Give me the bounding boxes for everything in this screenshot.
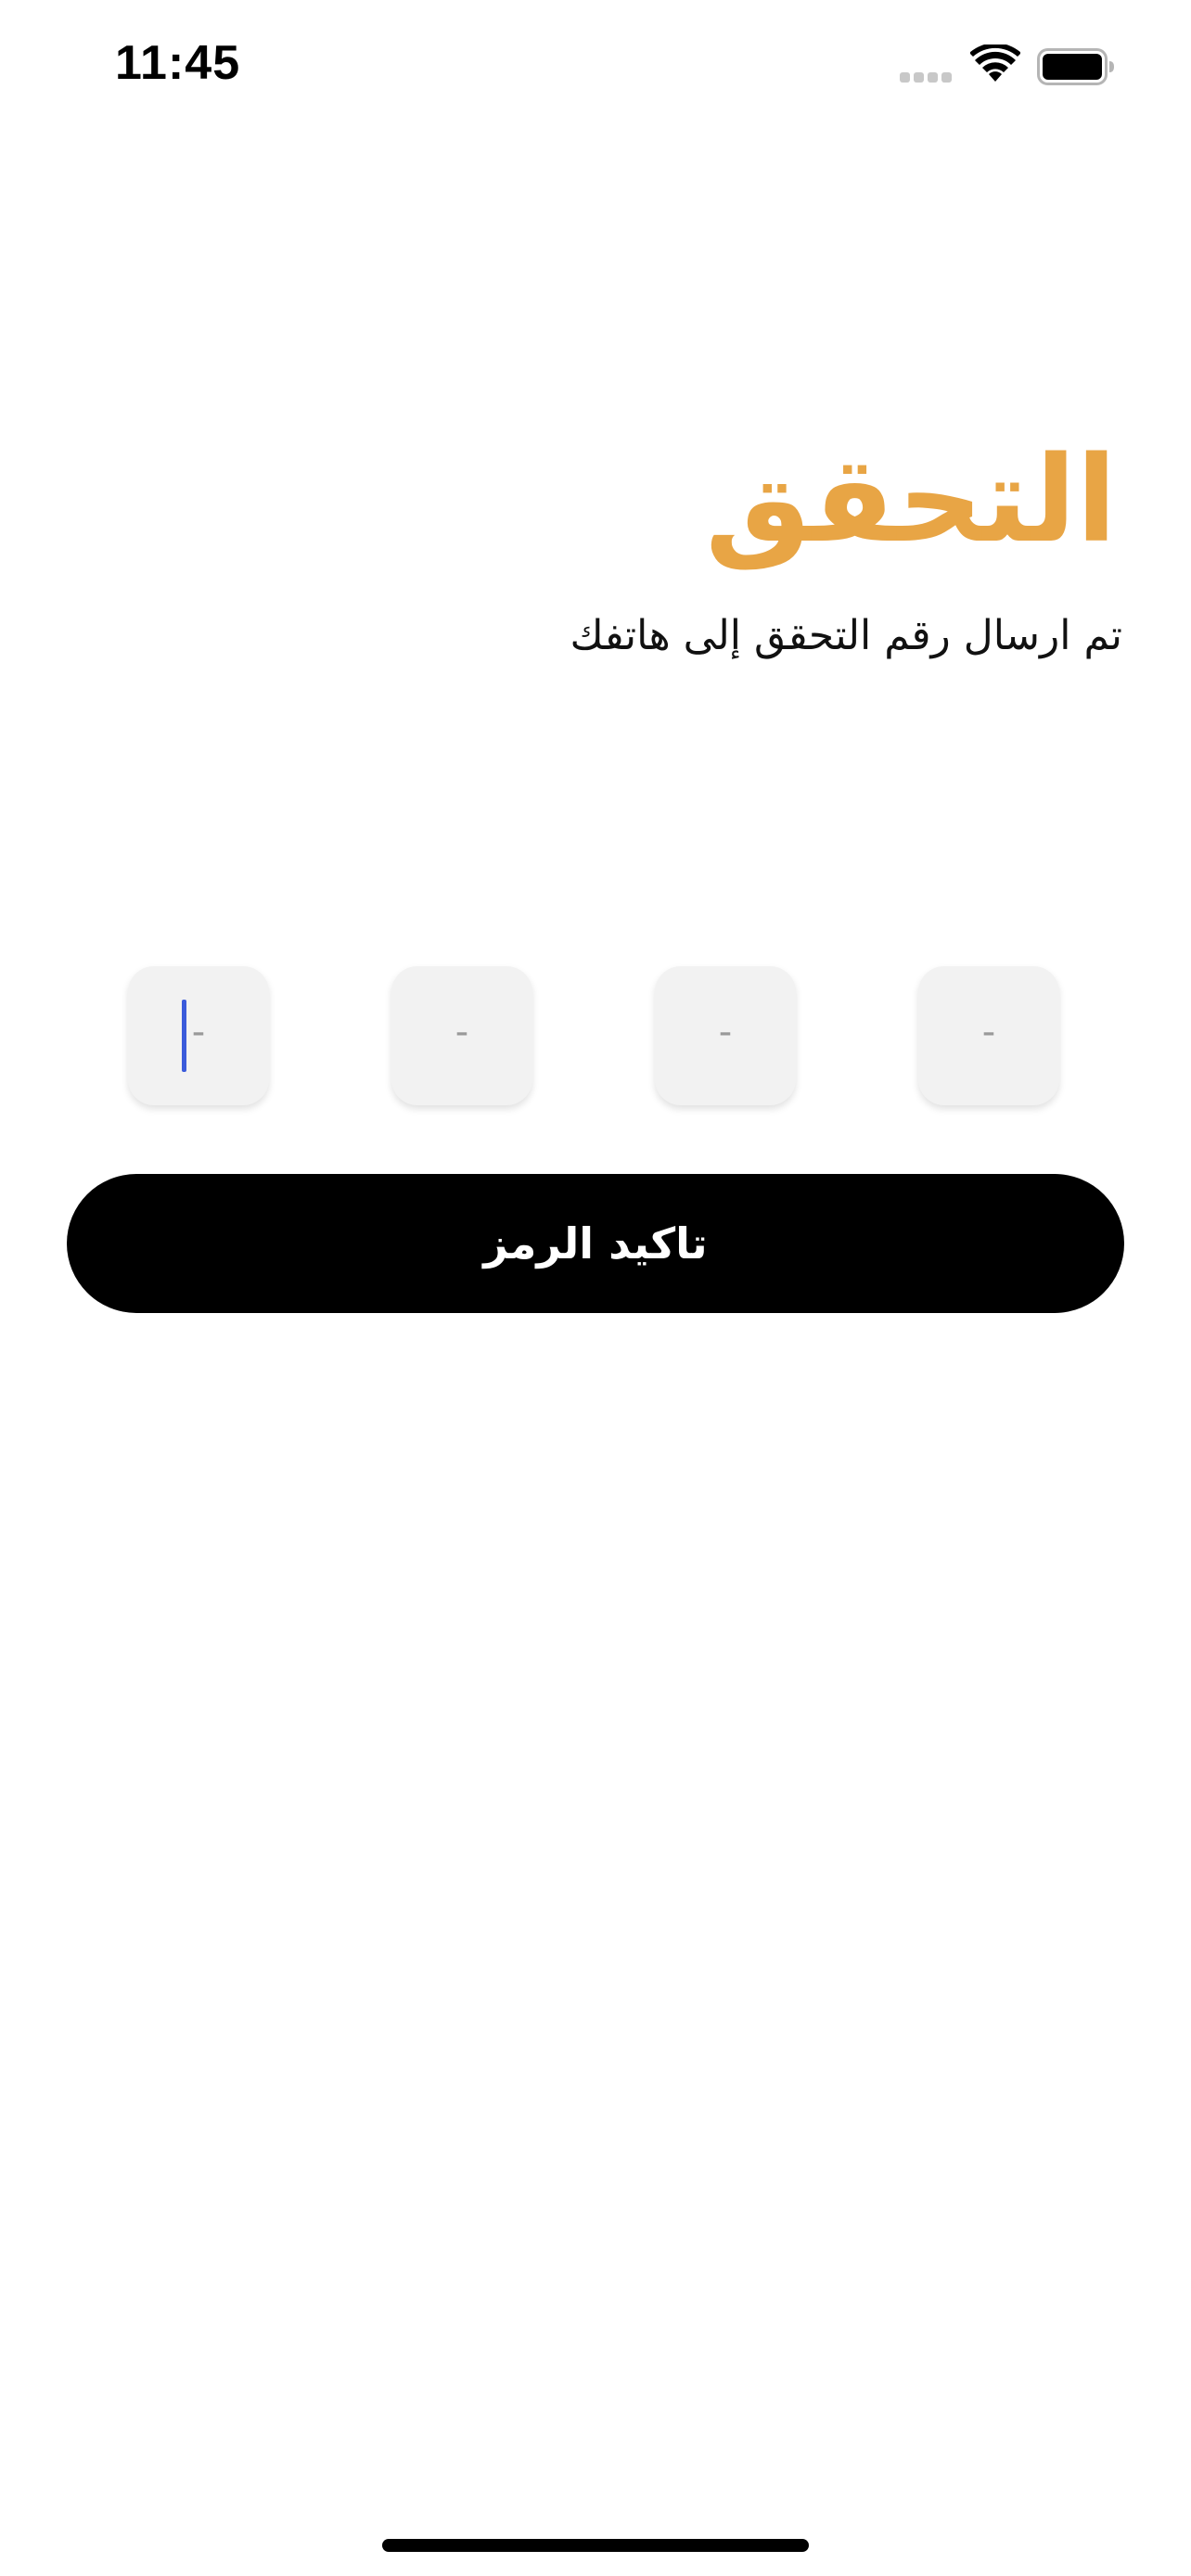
wifi-icon xyxy=(969,43,1021,83)
otp-digit-field[interactable]: - xyxy=(128,966,269,1105)
battery-icon xyxy=(1037,48,1115,85)
text-cursor xyxy=(182,1000,186,1072)
page-title: التحقق xyxy=(705,431,1117,569)
status-time: 11:45 xyxy=(115,36,241,90)
otp-digit-placeholder: - xyxy=(718,1011,733,1053)
otp-digit-placeholder: - xyxy=(191,1011,206,1053)
otp-digit-placeholder: - xyxy=(455,1011,469,1053)
otp-code-input: - - - - xyxy=(0,966,1191,1107)
otp-digit-field[interactable]: - xyxy=(391,966,532,1105)
status-bar: 11:45 xyxy=(0,0,1191,130)
home-indicator[interactable] xyxy=(382,2539,809,2552)
otp-digit-field[interactable]: - xyxy=(655,966,796,1105)
otp-digit-placeholder: - xyxy=(981,1011,996,1053)
page-subtitle: تم ارسال رقم التحقق إلى هاتفك xyxy=(570,612,1122,659)
otp-digit-field[interactable]: - xyxy=(918,966,1059,1105)
confirm-code-button[interactable]: تاكيد الرمز xyxy=(67,1174,1124,1313)
cellular-signal-icon xyxy=(900,72,955,83)
